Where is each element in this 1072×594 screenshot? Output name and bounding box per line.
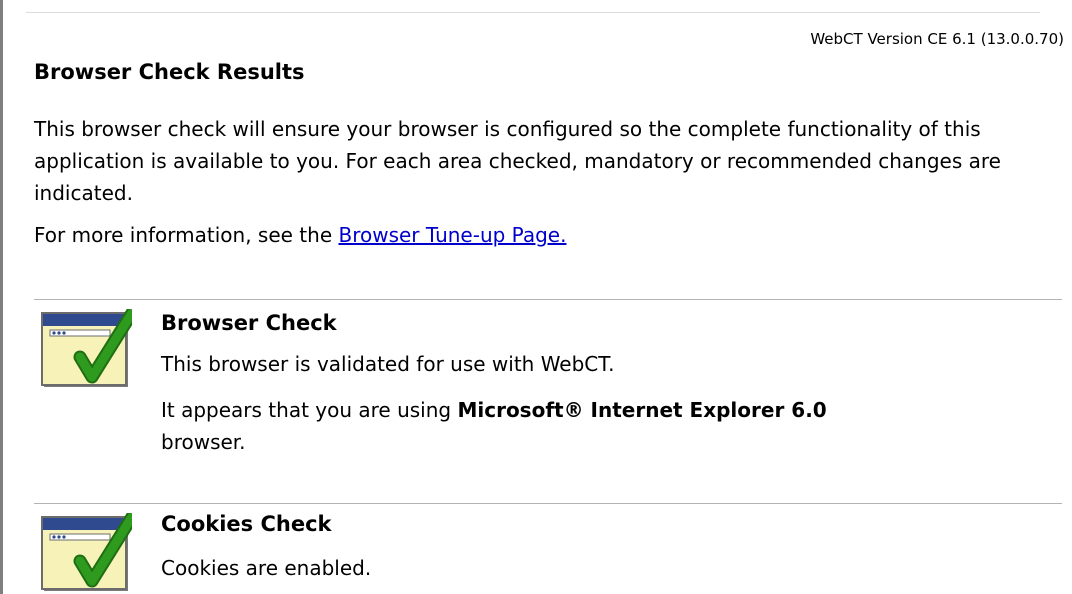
left-frame-border: [0, 0, 3, 594]
browser-detected-suffix: browser.: [161, 430, 246, 454]
version-label: WebCT Version CE 6.1 (13.0.0.70): [810, 30, 1064, 48]
intro-paragraph: This browser check will ensure your brow…: [34, 117, 1001, 205]
browser-check-status: This browser is validated for use with W…: [161, 352, 615, 376]
browser-name: Microsoft® Internet Explorer 6.0: [457, 398, 827, 422]
window-checkmark-icon: [41, 513, 132, 591]
browser-detected-prefix: It appears that you are using: [161, 398, 458, 422]
top-divider: [26, 12, 1040, 13]
section-divider: [34, 299, 1062, 300]
section-divider: [34, 503, 1062, 504]
window-checkmark-icon: [41, 309, 132, 387]
page-title: Browser Check Results: [34, 60, 305, 84]
browser-detected-line: It appears that you are using Microsoft®…: [161, 394, 827, 426]
more-info-text: For more information, see the: [34, 223, 339, 247]
browser-check-page: WebCT Version CE 6.1 (13.0.0.70) Browser…: [0, 0, 1072, 594]
cookies-check-status: Cookies are enabled.: [161, 556, 372, 580]
browser-check-title: Browser Check: [161, 311, 337, 335]
browser-tuneup-link[interactable]: Browser Tune-up Page.: [338, 223, 566, 247]
more-info-line: For more information, see the Browser Tu…: [34, 223, 566, 247]
cookies-check-title: Cookies Check: [161, 512, 332, 536]
